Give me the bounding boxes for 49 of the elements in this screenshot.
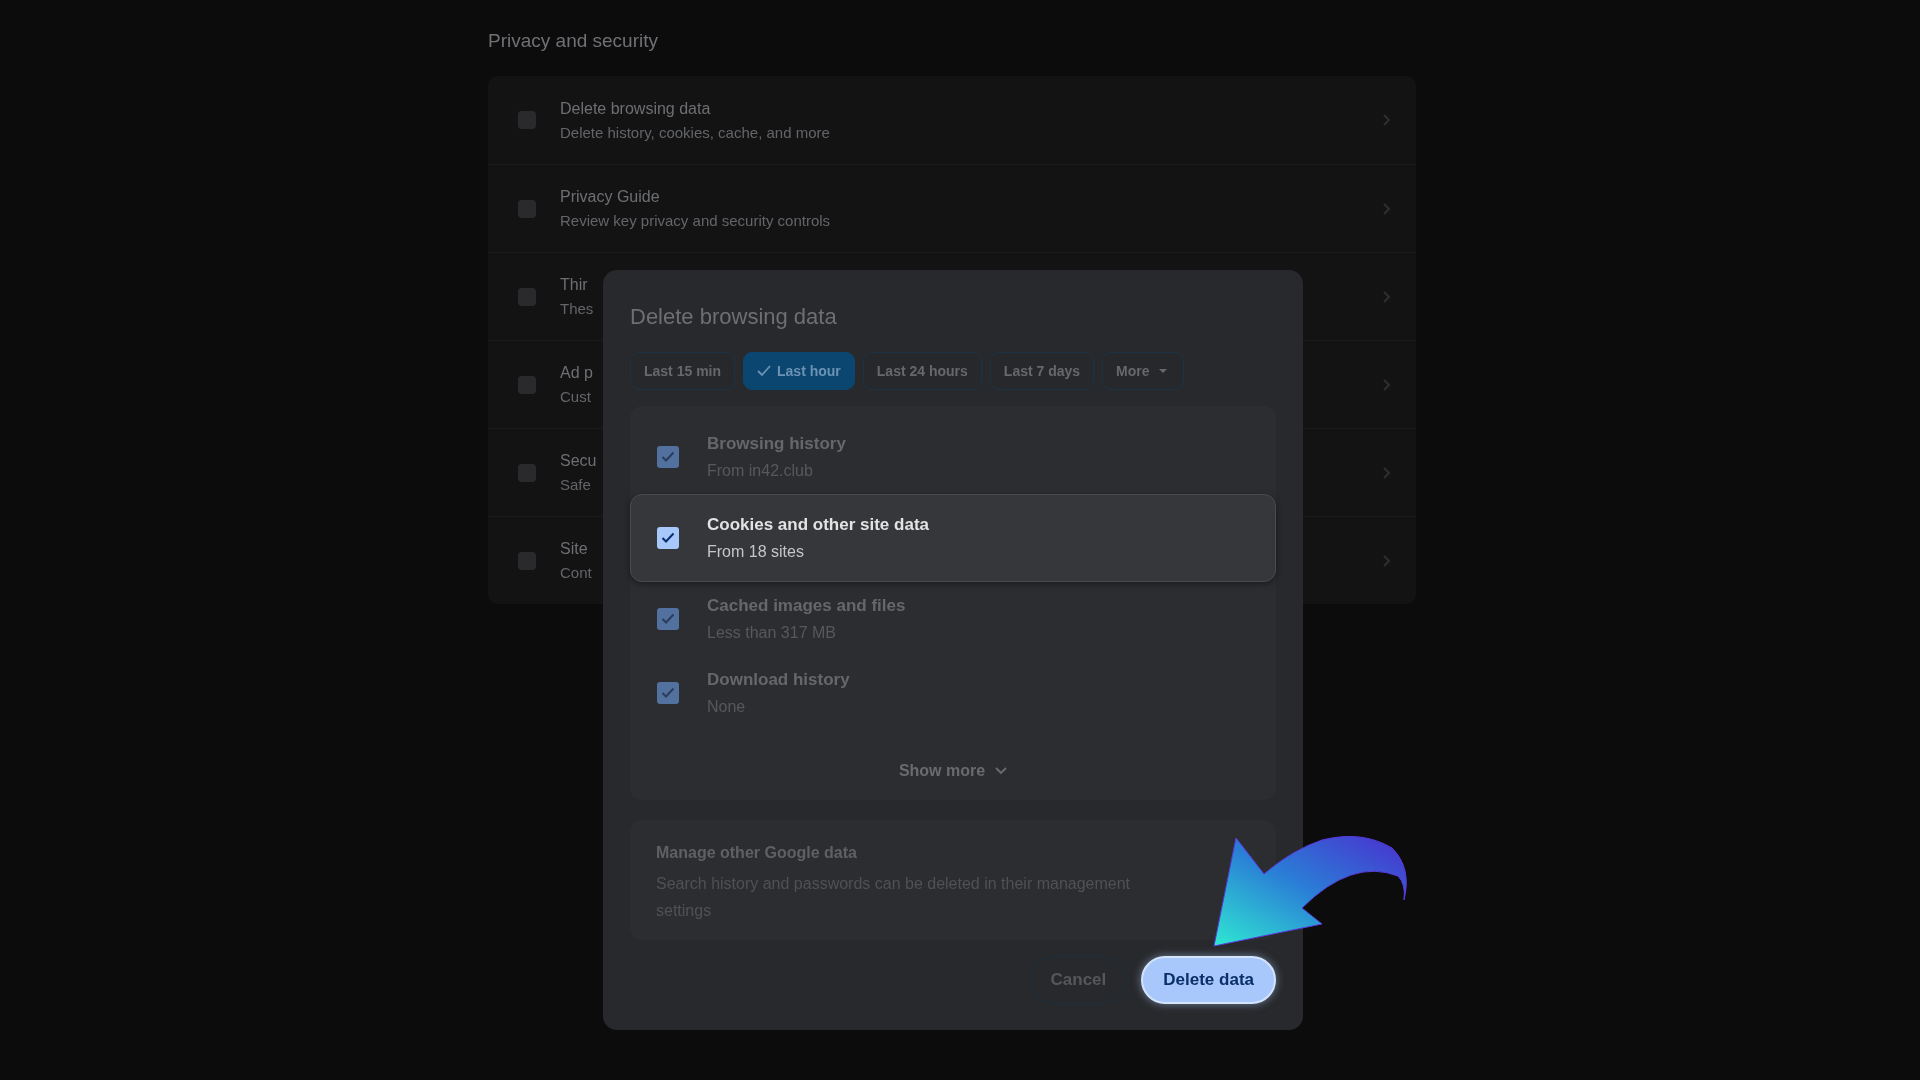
settings-icon [518, 111, 536, 129]
check-icon [661, 612, 675, 626]
row-title[interactable]: Secu [560, 452, 597, 470]
check-icon [661, 531, 675, 545]
data-type-title: Download history [707, 670, 850, 690]
row-subtitle: Thes [560, 300, 594, 317]
chevron-right-icon [1382, 465, 1392, 480]
check-icon [661, 686, 675, 700]
row-subtitle: Cont [560, 564, 592, 581]
checkbox[interactable] [657, 608, 679, 630]
data-type-subtitle: From 18 sites [707, 543, 804, 561]
row-title[interactable]: Site [560, 540, 588, 558]
check-icon [661, 450, 675, 464]
row-title[interactable]: Ad p [560, 364, 593, 382]
check-icon [757, 364, 772, 378]
more-dropdown[interactable]: More [1102, 352, 1184, 390]
settings-icon [518, 463, 536, 482]
settings-icon [518, 551, 536, 570]
data-type-title: Cookies and other site data [707, 515, 929, 535]
row-subtitle: Cust [560, 388, 591, 405]
chevron-right-icon [1382, 201, 1392, 216]
time-range-chip[interactable]: Last hour [743, 352, 855, 390]
row-title[interactable]: Privacy Guide [560, 188, 660, 206]
checkbox[interactable] [657, 527, 679, 549]
row-title[interactable]: Delete browsing data [560, 99, 711, 118]
row-title[interactable]: Thir [560, 276, 588, 294]
settings-icon [518, 287, 536, 306]
settings-icon [518, 375, 536, 394]
chevron-down-icon [995, 767, 1008, 775]
row-subtitle: Review key privacy and security controls [560, 212, 831, 229]
settings-icon [518, 199, 536, 218]
time-range-chip[interactable]: Last 15 min [630, 352, 736, 390]
row-subtitle: Delete history, cookies, cache, and more [560, 123, 830, 141]
chevron-right-icon [1382, 289, 1392, 304]
chevron-right-icon [1382, 113, 1392, 127]
checkbox[interactable] [657, 682, 679, 704]
chevron-right-icon [1382, 553, 1392, 568]
delete-button[interactable]: Delete data [1141, 956, 1276, 1004]
dialog-title: Delete browsing data [630, 304, 837, 330]
data-type-title: Cached images and files [707, 596, 906, 616]
time-range-chip[interactable]: Last 7 days [989, 352, 1095, 390]
time-range-chip[interactable]: Last 24 hours [862, 352, 982, 390]
data-type-row[interactable]: Cookies and other site data From 18 sites [630, 494, 1276, 582]
checkbox[interactable] [657, 446, 679, 468]
chevron-right-icon [1382, 377, 1392, 392]
data-type-title: Browsing history [707, 434, 846, 454]
section-title: Privacy and security [488, 30, 658, 52]
row-subtitle: Safe [560, 476, 591, 493]
show-more-button[interactable]: Show more [888, 756, 1018, 786]
